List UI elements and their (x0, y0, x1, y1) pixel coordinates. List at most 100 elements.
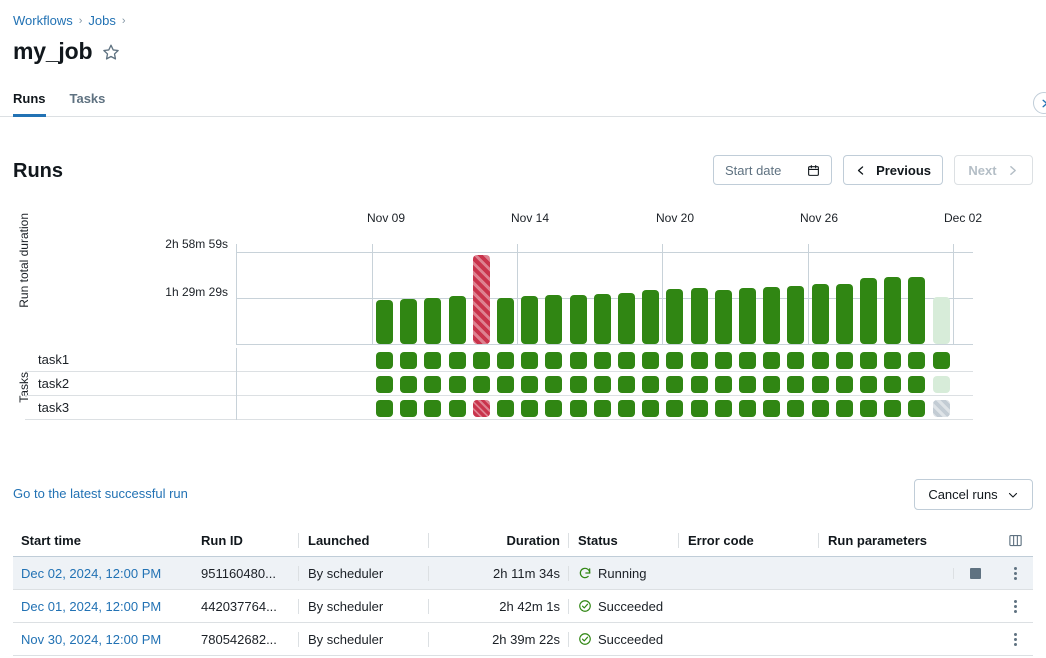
task-run-cell[interactable] (836, 400, 853, 417)
chart-bar[interactable] (545, 295, 562, 344)
task-run-cell[interactable] (884, 400, 901, 417)
columns-settings-button[interactable] (997, 533, 1033, 548)
chart-bar[interactable] (933, 297, 950, 344)
task-run-cell[interactable] (836, 352, 853, 369)
column-header-duration[interactable]: Duration (428, 533, 568, 548)
task-run-cell[interactable] (594, 400, 611, 417)
task-run-cell[interactable] (521, 376, 538, 393)
task-run-cell[interactable] (812, 400, 829, 417)
star-outline-icon[interactable] (102, 43, 120, 61)
task-run-cell[interactable] (376, 376, 393, 393)
task-run-cell[interactable] (642, 352, 659, 369)
task-run-cell[interactable] (763, 352, 780, 369)
chart-bar[interactable] (594, 294, 611, 344)
tab-tasks[interactable]: Tasks (70, 83, 106, 117)
chart-bar[interactable] (521, 296, 538, 344)
chart-bar[interactable] (812, 284, 829, 344)
task-run-cell[interactable] (594, 376, 611, 393)
task-run-cell[interactable] (424, 352, 441, 369)
chart-bar[interactable] (424, 298, 441, 344)
task-run-cell[interactable] (860, 400, 877, 417)
task-run-cell[interactable] (473, 400, 490, 417)
task-run-cell[interactable] (715, 400, 732, 417)
task-run-cell[interactable] (618, 352, 635, 369)
task-run-cell[interactable] (376, 400, 393, 417)
task-run-cell[interactable] (860, 352, 877, 369)
task-run-cell[interactable] (908, 400, 925, 417)
task-run-cell[interactable] (812, 376, 829, 393)
chart-bar[interactable] (715, 290, 732, 344)
row-menu-button[interactable] (997, 563, 1033, 584)
previous-button[interactable]: Previous (843, 155, 943, 185)
task-run-cell[interactable] (449, 352, 466, 369)
chart-bar[interactable] (449, 296, 466, 344)
chart-bar[interactable] (618, 293, 635, 344)
task-run-cell[interactable] (933, 376, 950, 393)
next-button[interactable]: Next (954, 155, 1033, 185)
chart-bar[interactable] (376, 300, 393, 344)
task-run-cell[interactable] (666, 352, 683, 369)
task-run-cell[interactable] (521, 400, 538, 417)
task-run-cell[interactable] (787, 352, 804, 369)
chart-bar[interactable] (739, 288, 756, 344)
task-run-cell[interactable] (715, 376, 732, 393)
go-to-latest-successful-run-link[interactable]: Go to the latest successful run (13, 486, 188, 501)
task-run-cell[interactable] (908, 352, 925, 369)
chart-bar[interactable] (642, 290, 659, 344)
chart-bar[interactable] (400, 299, 417, 344)
task-run-cell[interactable] (521, 352, 538, 369)
task-run-cell[interactable] (739, 352, 756, 369)
chart-bar[interactable] (666, 289, 683, 344)
start-date-picker[interactable]: Start date (713, 155, 832, 185)
task-run-cell[interactable] (570, 376, 587, 393)
task-run-cell[interactable] (570, 400, 587, 417)
task-run-cell[interactable] (691, 400, 708, 417)
chart-bar[interactable] (763, 287, 780, 344)
chart-bar[interactable] (860, 278, 877, 344)
breadcrumb-item-jobs[interactable]: Jobs (88, 13, 115, 28)
chart-bar[interactable] (570, 295, 587, 344)
task-run-cell[interactable] (860, 376, 877, 393)
task-run-cell[interactable] (400, 352, 417, 369)
task-run-cell[interactable] (691, 352, 708, 369)
task-run-cell[interactable] (908, 376, 925, 393)
cancel-runs-button[interactable]: Cancel runs (914, 479, 1033, 510)
task-run-cell[interactable] (691, 376, 708, 393)
task-run-cell[interactable] (618, 376, 635, 393)
task-run-cell[interactable] (424, 400, 441, 417)
chart-bar[interactable] (884, 277, 901, 344)
task-run-cell[interactable] (933, 352, 950, 369)
task-run-cell[interactable] (497, 352, 514, 369)
task-run-cell[interactable] (763, 400, 780, 417)
task-run-cell[interactable] (618, 400, 635, 417)
task-run-cell[interactable] (763, 376, 780, 393)
task-run-cell[interactable] (497, 376, 514, 393)
task-run-cell[interactable] (739, 400, 756, 417)
breadcrumb-item-workflows[interactable]: Workflows (13, 13, 73, 28)
task-run-cell[interactable] (497, 400, 514, 417)
task-run-cell[interactable] (594, 352, 611, 369)
chart-bar[interactable] (497, 298, 514, 344)
task-run-cell[interactable] (545, 352, 562, 369)
task-run-cell[interactable] (666, 400, 683, 417)
task-run-cell[interactable] (884, 376, 901, 393)
task-run-cell[interactable] (666, 376, 683, 393)
task-run-cell[interactable] (642, 376, 659, 393)
task-run-cell[interactable] (376, 352, 393, 369)
column-header-launched[interactable]: Launched (298, 533, 428, 548)
task-run-cell[interactable] (449, 400, 466, 417)
task-run-cell[interactable] (570, 352, 587, 369)
table-row[interactable]: Dec 02, 2024, 12:00 PM 951160480... By s… (13, 557, 1033, 590)
task-run-cell[interactable] (787, 376, 804, 393)
chart-bar[interactable] (473, 255, 490, 344)
task-run-cell[interactable] (449, 376, 466, 393)
task-run-cell[interactable] (787, 400, 804, 417)
chart-bar[interactable] (908, 277, 925, 344)
task-run-cell[interactable] (400, 376, 417, 393)
tab-runs[interactable]: Runs (13, 83, 46, 117)
cell-start-time[interactable]: Dec 02, 2024, 12:00 PM (13, 566, 193, 581)
task-run-cell[interactable] (715, 352, 732, 369)
chart-bar[interactable] (836, 284, 853, 345)
column-header-start-time[interactable]: Start time (13, 533, 193, 548)
stop-run-button[interactable] (953, 568, 997, 579)
